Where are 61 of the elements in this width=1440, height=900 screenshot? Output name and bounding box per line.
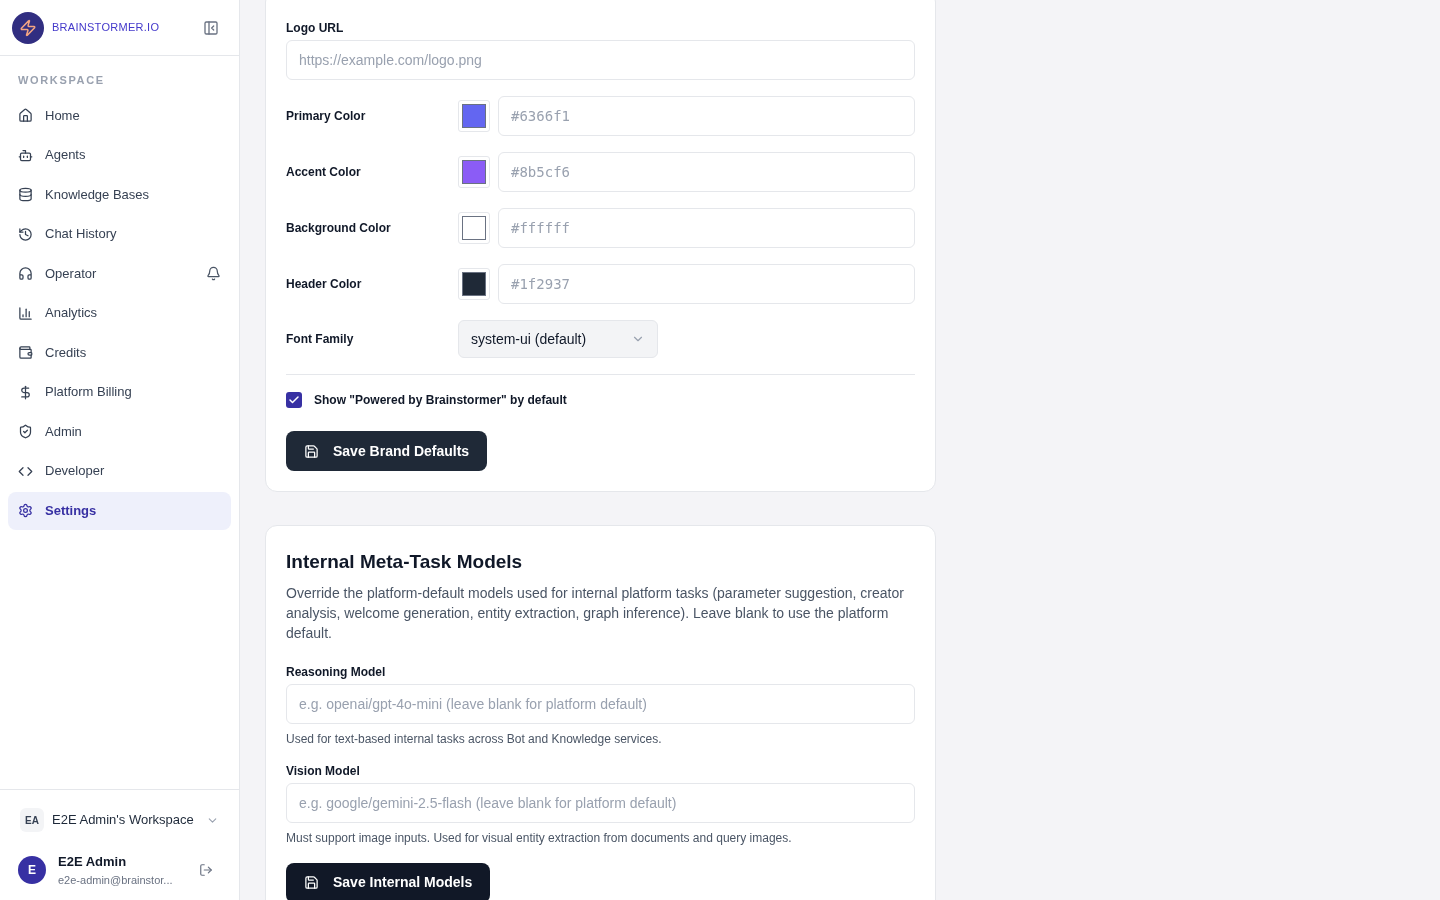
save-button[interactable]: Save Internal Models: [286, 862, 491, 900]
history-icon: [18, 226, 33, 242]
input-field[interactable]: https://example.com/logo.png: [286, 40, 915, 80]
color-input-field[interactable]: #1f2937: [498, 264, 915, 304]
collapse-sidebar-icon[interactable]: [203, 19, 219, 36]
sidebar-item[interactable]: Developer: [8, 452, 231, 490]
field-label: Vision Model: [286, 762, 361, 780]
save-button[interactable]: Save Brand Defaults: [286, 431, 488, 471]
sidebar-item[interactable]: Knowledge Bases: [8, 175, 231, 214]
input-field[interactable]: e.g. google/gemini-2.5-flash (leave blank for platform default): [286, 782, 915, 823]
workspace-avatar: EA: [20, 808, 44, 832]
wallet-icon: [18, 345, 33, 360]
sidebar-item[interactable]: Agents: [8, 136, 231, 174]
color-swatch[interactable]: [458, 212, 490, 244]
user-avatar: E: [18, 856, 46, 884]
dollar-icon: [18, 384, 33, 400]
sidebar-item[interactable]: Home: [8, 96, 231, 135]
field-label: Reasoning Model: [286, 663, 387, 681]
sidebar-item[interactable]: Platform Billing: [8, 373, 231, 411]
field-label: Primary Color: [286, 108, 367, 125]
save-icon: [304, 875, 319, 890]
color-swatch[interactable]: [458, 268, 490, 300]
section-label: WORKSPACE: [17, 73, 106, 88]
help-text: Must support image inputs. Used for visual entity extraction from documents and query images.: [286, 829, 793, 847]
input-field[interactable]: e.g. openai/gpt-4o-mini (leave blank for platform default): [286, 683, 915, 724]
color-input-field[interactable]: #8b5cf6: [498, 152, 915, 192]
card-description: Override the platform-default models used for internal platform tasks (parameter suggestion, creator analysis, welcome generation, entity extraction, graph inference). Leave blank to use the platform default.: [286, 583, 905, 643]
headphones-icon: [18, 266, 33, 281]
sidebar-item[interactable]: Operator: [8, 254, 231, 293]
font-select[interactable]: system-ui (default): [458, 320, 658, 358]
field-label: Font Family: [286, 331, 355, 348]
field-label: Header Color: [286, 276, 363, 293]
sidebar-item[interactable]: Credits: [8, 333, 231, 372]
color-swatch[interactable]: [458, 156, 490, 188]
home-icon: [18, 108, 33, 123]
logo-text: BRAINSTORMER.IO: [52, 20, 160, 36]
save-icon: [304, 443, 319, 459]
sidebar-item[interactable]: Admin: [8, 412, 231, 451]
sidebar-item[interactable]: Chat History: [8, 215, 231, 253]
checkbox-label: Show "Powered by Brainstormer" by default: [314, 392, 567, 409]
field-label: Accent Color: [286, 164, 362, 181]
robot-icon: [18, 147, 33, 163]
color-swatch[interactable]: [458, 100, 490, 132]
help-text: Used for text-based internal tasks across Bot and Knowledge services.: [286, 730, 663, 748]
card-title: Internal Meta-Task Models: [286, 550, 524, 574]
color-input-field[interactable]: #ffffff: [498, 208, 915, 248]
workspace-switcher[interactable]: EA E2E Admin's Workspace: [12, 802, 227, 838]
user-email: e2e-admin@brainstor...: [58, 872, 174, 888]
settings-icon: [18, 503, 33, 518]
logout-icon[interactable]: [199, 863, 213, 877]
field-label: Logo URL: [286, 20, 345, 37]
user-name: E2E Admin: [58, 853, 128, 871]
database-icon: [18, 187, 33, 202]
logo-icon: [12, 11, 44, 44]
bar-chart-icon: [18, 305, 33, 321]
color-input-field[interactable]: #6366f1: [498, 96, 915, 136]
field-label: Background Color: [286, 220, 392, 237]
sidebar-item[interactable]: Settings: [8, 491, 231, 530]
sidebar-item[interactable]: Analytics: [8, 294, 231, 332]
shield-icon: [18, 424, 33, 439]
bell-icon[interactable]: [206, 266, 221, 281]
